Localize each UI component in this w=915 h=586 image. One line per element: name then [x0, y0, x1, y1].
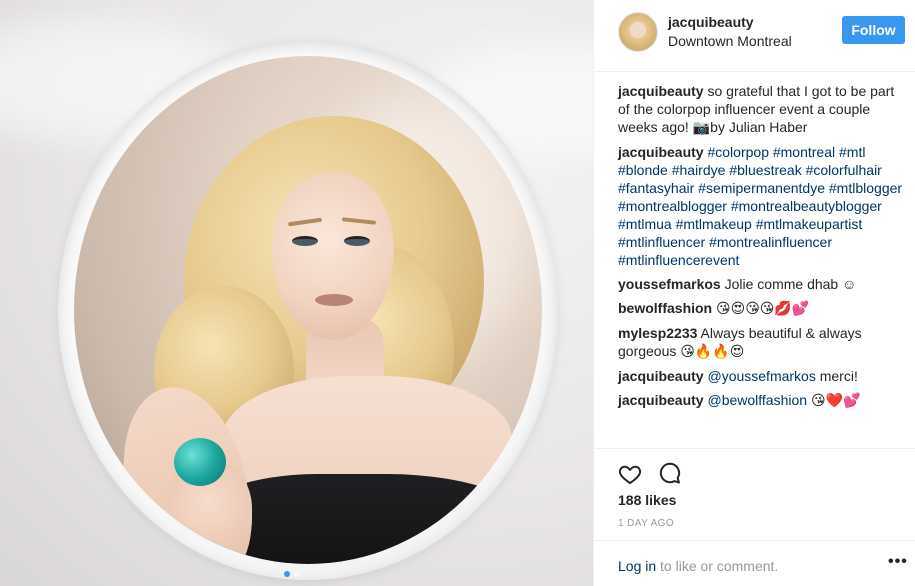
comment-username[interactable]: jacquibeauty: [618, 392, 704, 408]
list-item: youssefmarkos Jolie comme dhab ☺: [618, 275, 908, 293]
teal-product-bottle: [174, 438, 226, 486]
post-sidebar: jacquibeauty Downtown Montreal Follow ja…: [593, 0, 915, 586]
comment-emoji: 😘🔥🔥😍: [680, 344, 745, 360]
hashtag-comment: jacquibeauty #colorpop #montreal #mtl #b…: [618, 143, 908, 269]
caption: jacquibeauty so grateful that I got to b…: [618, 82, 908, 137]
comment-text: merci!: [815, 368, 858, 384]
comment-footer: Log in to like or comment. •••: [594, 540, 915, 586]
comment-emoji: 😘😍😘😘💋💕: [716, 301, 810, 317]
carousel-dot[interactable]: [294, 571, 300, 577]
follow-button[interactable]: Follow: [842, 16, 905, 44]
eye: [344, 236, 370, 246]
carousel-dot-active: [284, 571, 290, 577]
list-item: jacquibeauty @youssefmarkos merci!: [618, 367, 908, 385]
comment-username[interactable]: jacquibeauty: [618, 368, 704, 384]
post-timestamp[interactable]: 1 DAY AGO: [618, 518, 674, 529]
header-username[interactable]: jacquibeauty: [668, 14, 754, 30]
comment-icon[interactable]: [658, 461, 682, 485]
likes-count[interactable]: 188 likes: [618, 492, 676, 508]
login-link[interactable]: Log in: [618, 558, 656, 574]
list-item: bewolffashion 😘😍😘😘💋💕: [618, 299, 908, 318]
avatar[interactable]: [618, 12, 658, 52]
list-item: mylesp2233 Always beautiful & always gor…: [618, 324, 908, 361]
mirror-reflection: [74, 56, 542, 564]
carousel-indicator: [284, 571, 300, 577]
location-link[interactable]: Downtown Montreal: [668, 33, 792, 49]
login-prompt: Log in to like or comment.: [618, 558, 778, 574]
post-photo[interactable]: [0, 0, 593, 586]
heart-icon[interactable]: [618, 462, 642, 486]
login-prompt-text: to like or comment.: [656, 558, 779, 574]
post-header: jacquibeauty Downtown Montreal Follow: [594, 0, 915, 72]
comment-username[interactable]: jacquibeauty: [618, 144, 704, 160]
eye: [292, 236, 318, 246]
comment-username[interactable]: bewolffashion: [618, 300, 712, 316]
more-options-icon[interactable]: •••: [888, 553, 908, 571]
comment-text: Jolie comme dhab ☺: [724, 276, 857, 292]
comment-username[interactable]: youssefmarkos: [618, 276, 721, 292]
mention-link[interactable]: @bewolffashion: [707, 392, 807, 408]
lips: [315, 294, 353, 306]
hashtag-links[interactable]: #colorpop #montreal #mtl #blonde #hairdy…: [618, 144, 902, 268]
comments-list: jacquibeauty so grateful that I got to b…: [618, 82, 908, 416]
camera-emoji: 📷: [692, 120, 711, 136]
comment-username[interactable]: jacquibeauty: [618, 83, 704, 99]
divider: [594, 448, 915, 449]
list-item: jacquibeauty @bewolffashion 😘❤️💕: [618, 391, 908, 410]
comment-username[interactable]: mylesp2233: [618, 325, 697, 341]
caption-credit: by Julian Haber: [710, 119, 808, 135]
mention-link[interactable]: @youssefmarkos: [707, 368, 815, 384]
comment-emoji: 😘❤️💕: [810, 393, 861, 409]
